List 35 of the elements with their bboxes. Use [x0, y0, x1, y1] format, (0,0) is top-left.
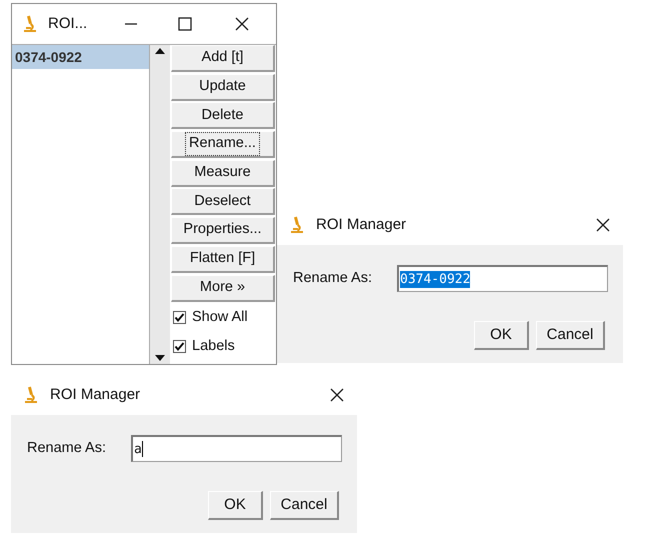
- button[interactable]: Rename...: [171, 131, 275, 158]
- maximize-icon[interactable]: [178, 17, 192, 31]
- close-icon[interactable]: [595, 217, 611, 233]
- button[interactable]: Add [t]: [171, 45, 275, 72]
- field-label: Rename As:: [293, 268, 373, 288]
- button[interactable]: Cancel: [270, 491, 339, 520]
- window-title: ROI...: [48, 14, 88, 34]
- close-icon[interactable]: [329, 387, 345, 403]
- button[interactable]: More »: [171, 274, 275, 302]
- scrollbar[interactable]: [150, 45, 170, 364]
- dialog-title: ROI Manager: [50, 384, 142, 405]
- button[interactable]: Measure: [171, 160, 275, 187]
- input-field[interactable]: a: [131, 435, 342, 462]
- button[interactable]: Update: [171, 74, 275, 101]
- checkbox-label: Show All: [192, 308, 248, 327]
- button[interactable]: Deselect: [171, 188, 275, 216]
- button[interactable]: Flatten [F]: [171, 246, 275, 273]
- checkbox[interactable]: [173, 311, 186, 324]
- button[interactable]: OK: [208, 491, 263, 520]
- button[interactable]: Delete: [171, 102, 275, 130]
- field-label: Rename As:: [27, 438, 107, 458]
- button[interactable]: OK: [474, 321, 529, 350]
- list-item[interactable]: 0374-0922: [12, 45, 149, 69]
- button[interactable]: Properties...: [171, 217, 275, 244]
- button[interactable]: Cancel: [536, 321, 605, 350]
- microscope-icon: [25, 386, 37, 404]
- dialog-title: ROI Manager: [316, 214, 408, 235]
- scroll-up-icon[interactable]: [155, 48, 165, 54]
- checkbox[interactable]: [173, 340, 186, 354]
- checkbox-label: Labels: [192, 336, 235, 356]
- input-field[interactable]: 0374-0922: [397, 265, 608, 292]
- scroll-down-icon[interactable]: [155, 355, 165, 361]
- close-icon[interactable]: [234, 16, 250, 32]
- microscope-icon: [291, 216, 303, 234]
- microscope-icon: [24, 15, 36, 33]
